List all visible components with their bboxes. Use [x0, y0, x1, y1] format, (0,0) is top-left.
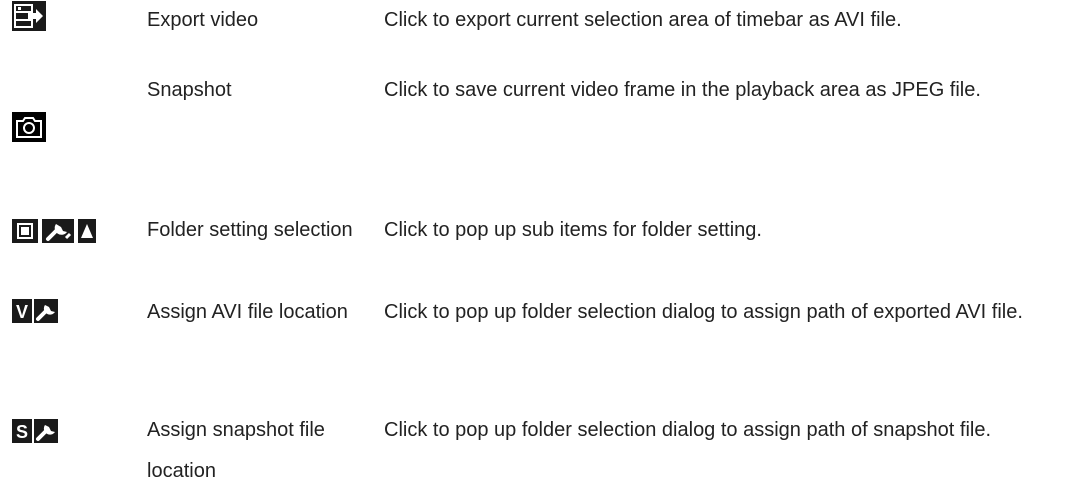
folder-setting-icon	[12, 218, 98, 244]
camera-icon	[12, 112, 46, 142]
feature-name: Assign snapshot file location	[147, 419, 325, 482]
avi-folder-icon: V	[12, 298, 60, 324]
table-row: S Assign snapshot file location Click to…	[0, 410, 1084, 502]
feature-name: Export video	[147, 9, 259, 31]
feature-name: Assign AVI file location	[147, 301, 348, 323]
feature-description: Click to pop up folder selection dialog …	[384, 301, 1023, 323]
feature-description: Click to pop up sub items for folder set…	[384, 219, 762, 241]
feature-name: Folder setting selection	[147, 219, 353, 241]
feature-description: Click to export current selection area o…	[384, 9, 902, 31]
feature-description: Click to pop up folder selection dialog …	[384, 419, 992, 441]
table-row: V Assign AVI file location Click to pop …	[0, 292, 1084, 384]
export-video-icon	[12, 1, 46, 31]
table-row: Folder setting selection Click to pop up…	[0, 210, 1084, 292]
table-row: Snapshot Click to save current video fra…	[0, 70, 1084, 210]
snapshot-folder-icon: S	[12, 418, 60, 444]
icon-letter-v: V	[16, 302, 28, 322]
table-row: Export video Click to export current sel…	[0, 0, 1084, 70]
feature-description: Click to save current video frame in the…	[384, 79, 981, 101]
icon-letter-s: S	[16, 422, 28, 442]
feature-name: Snapshot	[147, 79, 232, 101]
